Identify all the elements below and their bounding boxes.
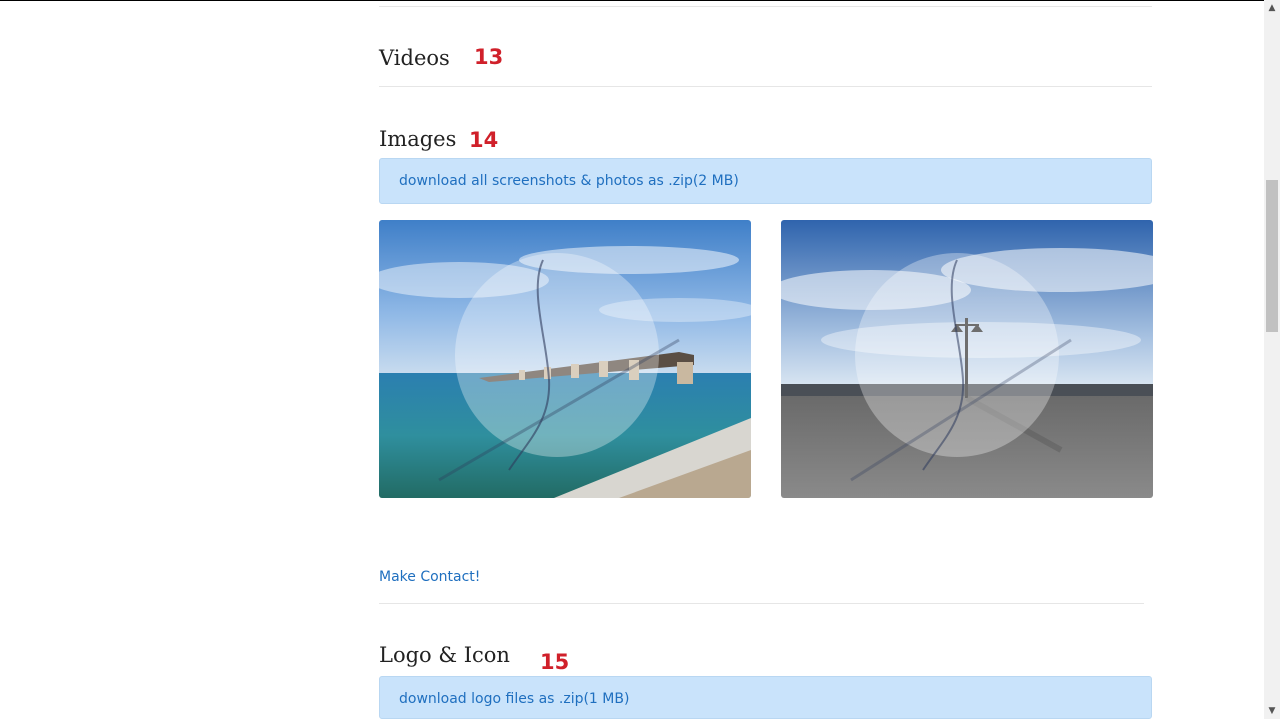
scroll-up-arrow-icon[interactable]: ▲ — [1264, 0, 1280, 16]
divider — [379, 86, 1152, 87]
videos-heading: Videos — [379, 46, 450, 70]
lamppost-photo[interactable] — [781, 220, 1153, 498]
bridge-photo-graphic — [379, 220, 751, 498]
download-logo-zip-link[interactable]: download logo files as .zip(1 MB) — [399, 691, 629, 707]
lamppost-photo-graphic — [781, 220, 1153, 498]
divider — [379, 6, 1152, 7]
images-annotation-number: 14 — [469, 128, 499, 152]
download-images-zip-link[interactable]: download all screenshots & photos as .zi… — [399, 173, 739, 189]
images-heading: Images — [379, 127, 457, 151]
logo-download-box: download logo files as .zip(1 MB) — [379, 676, 1152, 719]
make-contact-link[interactable]: Make Contact! — [379, 569, 480, 585]
scroll-down-arrow-icon[interactable]: ▼ — [1264, 703, 1280, 719]
divider — [379, 603, 1144, 604]
press-kit-content: Videos 13 Images 14 download all screens… — [379, 0, 1153, 719]
bridge-photo[interactable] — [379, 220, 751, 498]
logo-icon-heading: Logo & Icon — [379, 643, 510, 667]
videos-annotation-number: 13 — [474, 45, 504, 69]
images-download-box: download all screenshots & photos as .zi… — [379, 158, 1152, 204]
scrollbar-thumb[interactable] — [1266, 180, 1278, 332]
vertical-scrollbar[interactable]: ▲ ▼ — [1264, 0, 1280, 719]
logo-annotation-number: 15 — [540, 650, 570, 674]
